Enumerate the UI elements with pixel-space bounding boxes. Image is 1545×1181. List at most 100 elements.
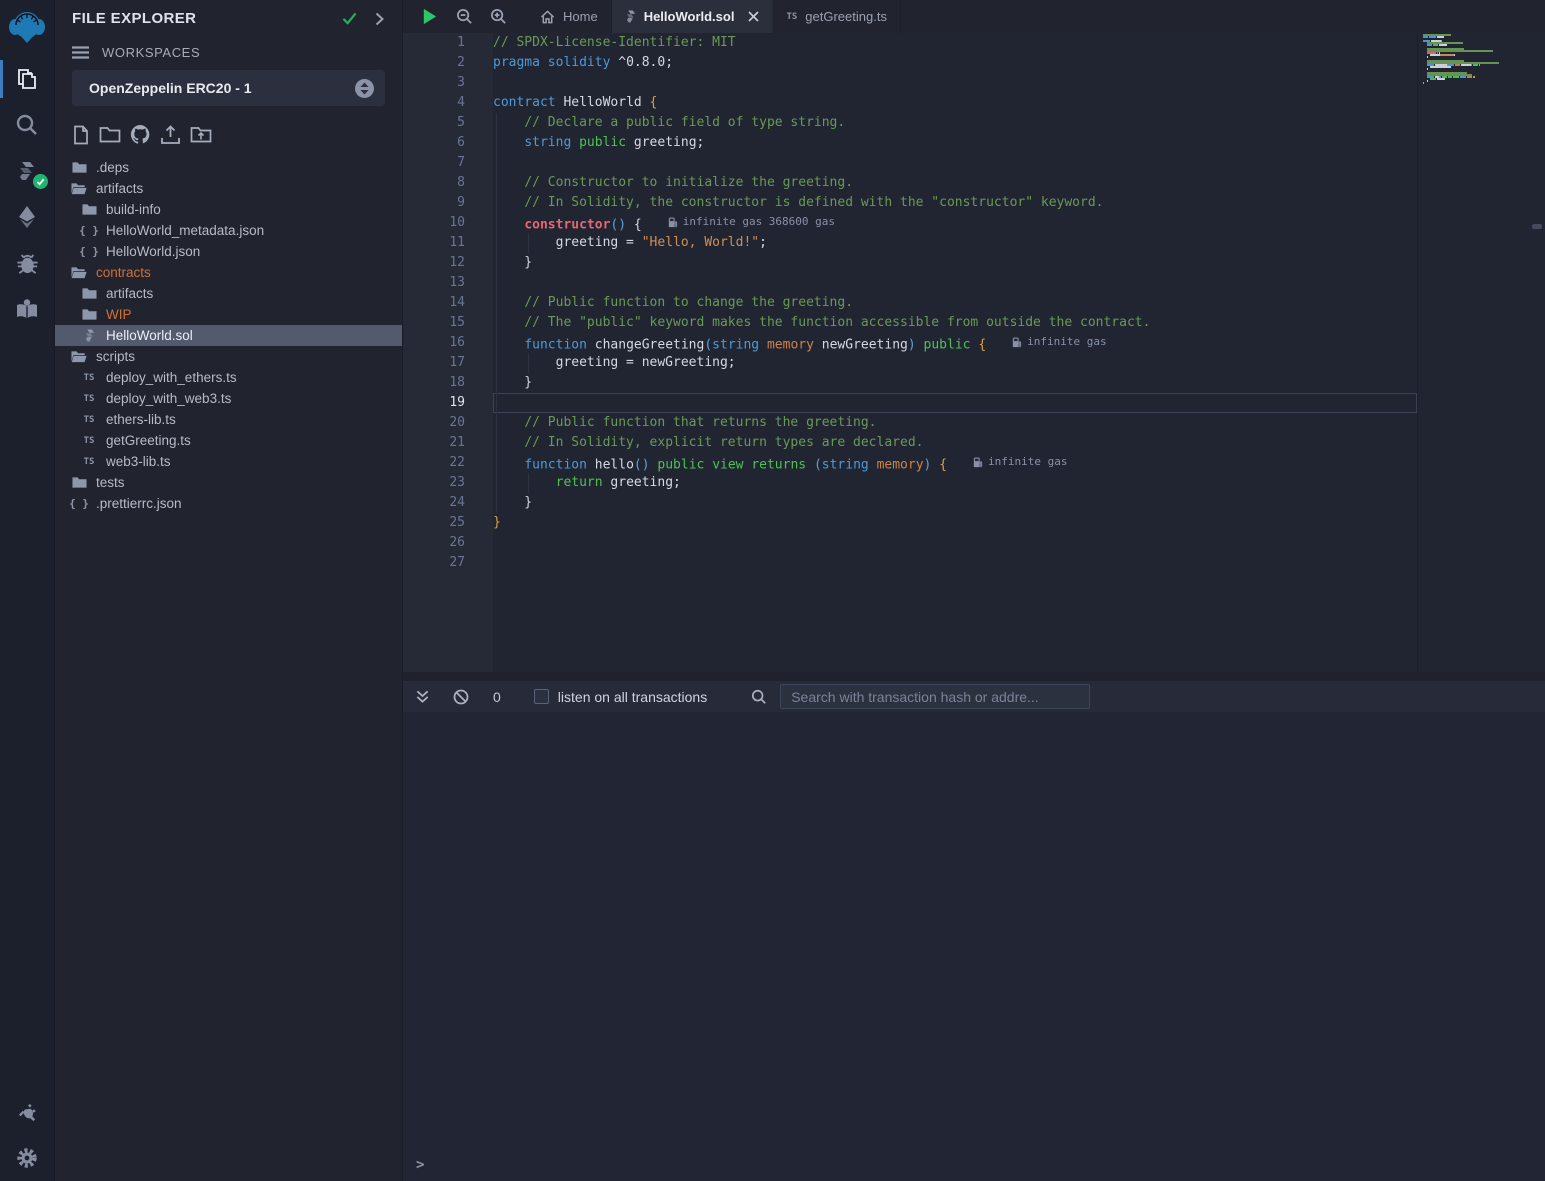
tree-item-build-info[interactable]: build-info <box>55 199 402 220</box>
terminal-search-input[interactable] <box>780 684 1090 709</box>
tree-item-scripts[interactable]: scripts <box>55 346 402 367</box>
tree-item-contracts[interactable]: contracts <box>55 262 402 283</box>
ts-icon: TS <box>81 415 97 425</box>
ts-icon: TS <box>81 436 97 446</box>
line-number: 23 <box>403 473 465 493</box>
terminal-resize-handle[interactable] <box>403 672 1545 681</box>
home-icon <box>540 10 555 24</box>
tab-label: Home <box>563 9 598 24</box>
tree-item-label: HelloWorld.json <box>106 244 200 259</box>
compile-success-badge <box>33 174 48 189</box>
line-number: 4 <box>403 93 465 113</box>
workspace-select[interactable]: OpenZeppelin ERC20 - 1 <box>72 70 385 106</box>
code-line-4: contract HelloWorld { <box>493 93 1417 113</box>
tree-item-deploy-with-ethers-ts[interactable]: TSdeploy_with_ethers.ts <box>55 367 402 388</box>
tree-item-artifacts[interactable]: artifacts <box>55 283 402 304</box>
line-number: 13 <box>403 273 465 293</box>
line-number: 22 <box>403 453 465 473</box>
line-number: 17 <box>403 353 465 373</box>
line-number: 7 <box>403 153 465 173</box>
select-updown-icon <box>354 78 375 99</box>
tab-getgreeting-ts[interactable]: TSgetGreeting.ts <box>773 0 901 33</box>
file-explorer-icon <box>14 66 40 92</box>
tree-item-wip[interactable]: WIP <box>55 304 402 325</box>
line-number: 6 <box>403 133 465 153</box>
line-number: 1 <box>403 33 465 53</box>
folder-open-icon <box>71 182 87 195</box>
listen-transactions-label: listen on all transactions <box>558 689 707 705</box>
line-number: 5 <box>403 113 465 133</box>
tree-item-helloworld-metadata-json[interactable]: { }HelloWorld_metadata.json <box>55 220 402 241</box>
hamburger-menu-icon[interactable] <box>72 46 89 59</box>
sidebar-item-solidity-compiler[interactable] <box>0 148 55 194</box>
chevron-right-icon[interactable] <box>375 12 384 26</box>
tree-item-label: build-info <box>106 202 161 217</box>
editor-gutter: 1234567891011121314151617181920212223242… <box>403 33 493 672</box>
code-line-20: // Public function that returns the gree… <box>493 413 1417 433</box>
clear-console-icon[interactable] <box>453 689 469 705</box>
line-number: 3 <box>403 73 465 93</box>
tree-item-helloworld-sol[interactable]: HelloWorld.sol <box>55 325 402 346</box>
zoom-out-icon[interactable] <box>456 8 473 25</box>
sidebar-item-search[interactable] <box>0 102 55 148</box>
tree-item-label: artifacts <box>106 286 153 301</box>
tree-item-tests[interactable]: tests <box>55 472 402 493</box>
editor-code-area[interactable]: // SPDX-License-Identifier: MITpragma so… <box>493 33 1417 672</box>
line-number: 24 <box>403 493 465 513</box>
code-line-11: greeting = "Hello, World!"; <box>493 233 1417 253</box>
remix-ide-window: FILE EXPLORER WORKSPACES OpenZeppelin ER… <box>0 0 1545 1181</box>
upload-folder-button[interactable] <box>190 125 212 144</box>
upload-file-button[interactable] <box>160 125 181 145</box>
sidebar-item-learneth[interactable] <box>0 286 55 332</box>
file-toolbar <box>55 116 402 155</box>
tree-item-label: HelloWorld_metadata.json <box>106 223 264 238</box>
terminal-collapse-icon[interactable] <box>415 689 430 704</box>
line-number: 16 <box>403 333 465 353</box>
remix-logo-icon[interactable] <box>0 0 55 56</box>
clone-github-button[interactable] <box>130 124 151 145</box>
line-number: 26 <box>403 533 465 553</box>
zoom-in-icon[interactable] <box>490 8 507 25</box>
tree-item-helloworld-json[interactable]: { }HelloWorld.json <box>55 241 402 262</box>
file-explorer-panel: FILE EXPLORER WORKSPACES OpenZeppelin ER… <box>55 0 403 1181</box>
tree-item-artifacts[interactable]: artifacts <box>55 178 402 199</box>
new-folder-button[interactable] <box>99 125 121 144</box>
listen-transactions-checkbox[interactable] <box>534 689 549 704</box>
tree-item-getgreeting-ts[interactable]: TSgetGreeting.ts <box>55 430 402 451</box>
line-number: 27 <box>403 553 465 573</box>
terminal-toolbar: 0 listen on all transactions <box>403 681 1545 712</box>
minimap[interactable] <box>1423 34 1529 88</box>
workspace-selected-value: OpenZeppelin ERC20 - 1 <box>89 80 354 96</box>
sidebar-item-file-explorer[interactable] <box>0 56 55 102</box>
workspace-ok-check-icon[interactable] <box>342 12 357 25</box>
sidebar-item-deploy-run[interactable] <box>0 194 55 240</box>
tree-item-label: .deps <box>96 160 129 175</box>
sidebar-item-debugger[interactable] <box>0 240 55 286</box>
new-file-button[interactable] <box>72 125 90 145</box>
code-line-9: // In Solidity, the constructor is defin… <box>493 193 1417 213</box>
tree-item-label: WIP <box>106 307 132 322</box>
code-line-1: // SPDX-License-Identifier: MIT <box>493 33 1417 53</box>
tree-item-web3-lib-ts[interactable]: TSweb3-lib.ts <box>55 451 402 472</box>
editor-scrollbar-thumb[interactable] <box>1532 224 1542 229</box>
line-number: 11 <box>403 233 465 253</box>
terminal-output[interactable]: > <box>403 712 1545 1181</box>
close-tab-icon[interactable] <box>748 11 759 22</box>
sidebar-item-settings[interactable] <box>0 1135 55 1181</box>
tab-helloworld-sol[interactable]: HelloWorld.sol <box>612 0 774 33</box>
line-number: 2 <box>403 53 465 73</box>
tree-item-ethers-lib-ts[interactable]: TSethers-lib.ts <box>55 409 402 430</box>
tree-item-deploy-with-web3-ts[interactable]: TSdeploy_with_web3.ts <box>55 388 402 409</box>
tree-item-label: contracts <box>96 265 151 280</box>
line-number: 20 <box>403 413 465 433</box>
workspaces-label: WORKSPACES <box>102 45 200 60</box>
tab-home[interactable]: Home <box>527 0 612 33</box>
ethereum-icon <box>14 204 40 230</box>
code-line-21: // In Solidity, explicit return types ar… <box>493 433 1417 453</box>
sidebar-item-plugin-manager[interactable] <box>0 1089 55 1135</box>
tree-item--prettierrc-json[interactable]: { }.prettierrc.json <box>55 493 402 514</box>
search-icon <box>14 112 40 138</box>
run-script-button[interactable] <box>420 7 439 26</box>
tree-item--deps[interactable]: .deps <box>55 157 402 178</box>
solidity-icon <box>81 329 97 342</box>
